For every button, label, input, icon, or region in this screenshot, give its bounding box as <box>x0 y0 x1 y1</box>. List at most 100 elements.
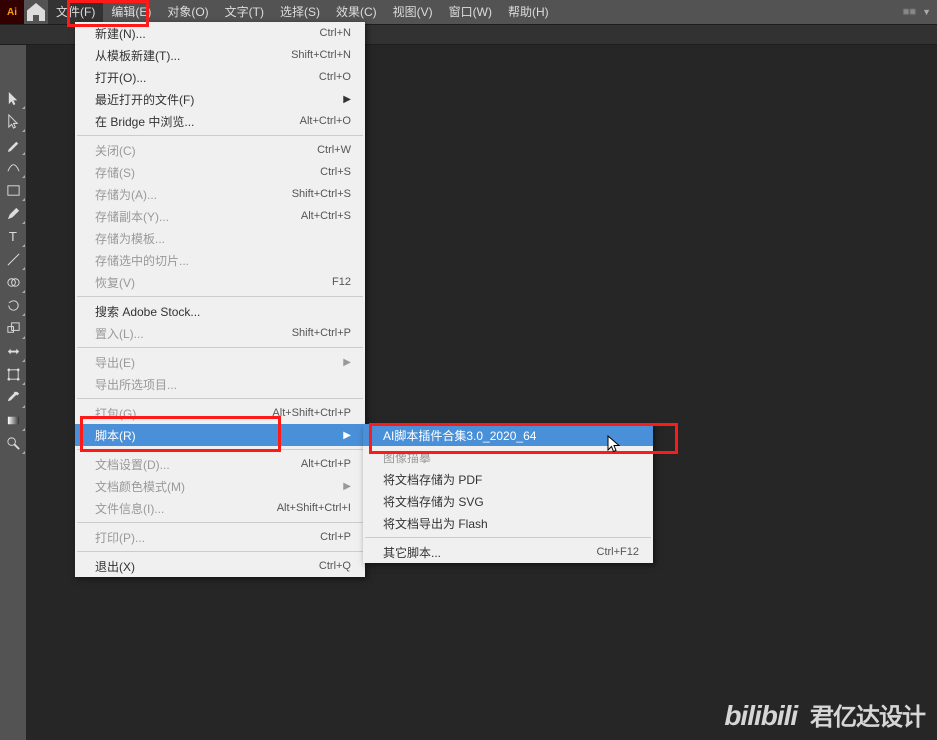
script-submenu-item-label: 其它脚本... <box>383 544 597 561</box>
script-submenu-item-1: 图像描摹 <box>363 446 653 468</box>
file-menu-item-shortcut: Ctrl+W <box>317 144 351 156</box>
scale-tool[interactable] <box>0 317 26 340</box>
rectangle-tool[interactable] <box>0 179 26 202</box>
script-submenu-item-label: 将文档存储为 SVG <box>383 493 639 510</box>
menubar: Ai 文件(F) 编辑(E) 对象(O) 文字(T) 选择(S) 效果(C) 视… <box>0 0 937 24</box>
file-menu-item-label: 退出(X) <box>95 558 319 575</box>
chevron-right-icon: ▶ <box>343 357 351 368</box>
file-menu-item-29[interactable]: 退出(X)Ctrl+Q <box>75 555 365 577</box>
file-menu-separator <box>77 551 363 552</box>
file-menu-item-4[interactable]: 在 Bridge 中浏览...Alt+Ctrl+O <box>75 110 365 132</box>
file-menu-item-14[interactable]: 搜索 Adobe Stock... <box>75 300 365 322</box>
file-menu-item-label: 置入(L)... <box>95 325 292 342</box>
app-ai-icon[interactable]: Ai <box>0 0 24 24</box>
watermark: bilibili 君亿达设计 <box>724 697 925 732</box>
file-menu-separator <box>77 135 363 136</box>
toolbar-extra-label: ■■ <box>903 6 916 18</box>
file-menu-item-24: 文档颜色模式(M)▶ <box>75 475 365 497</box>
rotate-tool[interactable] <box>0 294 26 317</box>
script-submenu-item-0[interactable]: AI脚本插件合集3.0_2020_64 <box>363 424 653 446</box>
file-menu-item-shortcut: Shift+Ctrl+N <box>291 49 351 61</box>
file-menu-item-label: 存储(S) <box>95 164 320 181</box>
zoom-tool[interactable] <box>0 432 26 455</box>
paintbrush-tool[interactable] <box>0 202 26 225</box>
file-menu-item-label: 导出所选项目... <box>95 376 351 393</box>
chevron-right-icon: ▶ <box>343 430 351 441</box>
file-menu-item-label: 存储为(A)... <box>95 186 292 203</box>
file-menu-item-18: 导出所选项目... <box>75 373 365 395</box>
file-menu-item-label: 最近打开的文件(F) <box>95 91 343 108</box>
line-tool[interactable] <box>0 248 26 271</box>
file-menu-item-label: 文档设置(D)... <box>95 456 301 473</box>
script-submenu-item-4[interactable]: 将文档导出为 Flash <box>363 512 653 534</box>
file-menu-item-1[interactable]: 从模板新建(T)...Shift+Ctrl+N <box>75 44 365 66</box>
file-menu-item-8: 存储为(A)...Shift+Ctrl+S <box>75 183 365 205</box>
file-menu-item-15: 置入(L)...Shift+Ctrl+P <box>75 322 365 344</box>
file-menu-item-label: 打印(P)... <box>95 529 320 546</box>
shape-builder-tool[interactable] <box>0 271 26 294</box>
file-menu-item-3[interactable]: 最近打开的文件(F)▶ <box>75 88 365 110</box>
file-menu-separator <box>77 449 363 450</box>
script-submenu-item-label: 将文档存储为 PDF <box>383 471 639 488</box>
file-menu-item-12: 恢复(V)F12 <box>75 271 365 293</box>
width-tool[interactable] <box>0 340 26 363</box>
menubar-view[interactable]: 视图(V) <box>385 0 441 24</box>
script-submenu: AI脚本插件合集3.0_2020_64图像描摹将文档存储为 PDF 将文档存储为 … <box>363 424 653 563</box>
file-menu-item-label: 存储副本(Y)... <box>95 208 301 225</box>
file-menu-item-shortcut: Alt+Shift+Ctrl+P <box>272 407 351 419</box>
script-submenu-separator <box>365 537 651 538</box>
file-menu-separator <box>77 522 363 523</box>
menubar-edit[interactable]: 编辑(E) <box>103 0 159 24</box>
watermark-cn: 君亿达设计 <box>810 705 925 731</box>
file-menu-item-shortcut: Ctrl+O <box>319 71 351 83</box>
file-menu-item-20: 打包(G)...Alt+Shift+Ctrl+P <box>75 402 365 424</box>
pen-tool[interactable] <box>0 133 26 156</box>
file-menu-item-21[interactable]: 脚本(R)▶ <box>75 424 365 446</box>
file-menu-item-shortcut: Ctrl+Q <box>319 560 351 572</box>
script-submenu-item-3[interactable]: 将文档存储为 SVG <box>363 490 653 512</box>
file-menu-item-2[interactable]: 打开(O)...Ctrl+O <box>75 66 365 88</box>
script-submenu-item-shortcut: Ctrl+F12 <box>597 546 640 558</box>
free-transform-tool[interactable] <box>0 363 26 386</box>
direct-selection-tool[interactable] <box>0 110 26 133</box>
file-menu-item-label: 从模板新建(T)... <box>95 47 291 64</box>
menubar-effect[interactable]: 效果(C) <box>328 0 385 24</box>
chevron-right-icon: ▶ <box>343 94 351 105</box>
file-menu-item-0[interactable]: 新建(N)...Ctrl+N <box>75 22 365 44</box>
menubar-type[interactable]: 文字(T) <box>217 0 272 24</box>
file-menu-item-shortcut: Ctrl+S <box>320 166 351 178</box>
script-submenu-item-2[interactable]: 将文档存储为 PDF <box>363 468 653 490</box>
home-icon[interactable] <box>24 0 48 24</box>
selection-tool[interactable] <box>0 87 26 110</box>
menubar-window[interactable]: 窗口(W) <box>441 0 500 24</box>
file-menu-item-9: 存储副本(Y)...Alt+Ctrl+S <box>75 205 365 227</box>
file-menu-item-label: 搜索 Adobe Stock... <box>95 303 351 320</box>
menubar-select[interactable]: 选择(S) <box>272 0 328 24</box>
file-menu-item-shortcut: Alt+Ctrl+P <box>301 458 351 470</box>
script-submenu-item-label: 将文档导出为 Flash <box>383 515 639 532</box>
file-menu-item-label: 脚本(R) <box>95 427 343 444</box>
chevron-down-icon[interactable]: ▼ <box>922 7 931 17</box>
file-menu-item-shortcut: Shift+Ctrl+P <box>292 327 351 339</box>
gradient-tool[interactable] <box>0 409 26 432</box>
menubar-object[interactable]: 对象(O) <box>159 0 216 24</box>
file-menu-item-label: 打包(G)... <box>95 405 272 422</box>
menubar-help[interactable]: 帮助(H) <box>500 0 557 24</box>
eyedropper-tool[interactable] <box>0 386 26 409</box>
file-menu-item-label: 文件信息(I)... <box>95 500 277 517</box>
file-menu-item-25: 文件信息(I)...Alt+Shift+Ctrl+I <box>75 497 365 519</box>
file-menu-item-label: 关闭(C) <box>95 142 317 159</box>
curvature-tool[interactable] <box>0 156 26 179</box>
file-menu-item-shortcut: F12 <box>332 276 351 288</box>
file-menu-item-23: 文档设置(D)...Alt+Ctrl+P <box>75 453 365 475</box>
script-submenu-item-6[interactable]: 其它脚本...Ctrl+F12 <box>363 541 653 563</box>
file-menu-item-label: 恢复(V) <box>95 274 332 291</box>
file-menu-item-shortcut: Ctrl+P <box>320 531 351 543</box>
menubar-file[interactable]: 文件(F) <box>48 0 103 24</box>
file-menu-item-6: 关闭(C)Ctrl+W <box>75 139 365 161</box>
file-menu-item-label: 打开(O)... <box>95 69 319 86</box>
svg-text:T: T <box>8 229 16 244</box>
file-menu-separator <box>77 398 363 399</box>
toolbox: T <box>0 45 26 740</box>
type-tool[interactable]: T <box>0 225 26 248</box>
